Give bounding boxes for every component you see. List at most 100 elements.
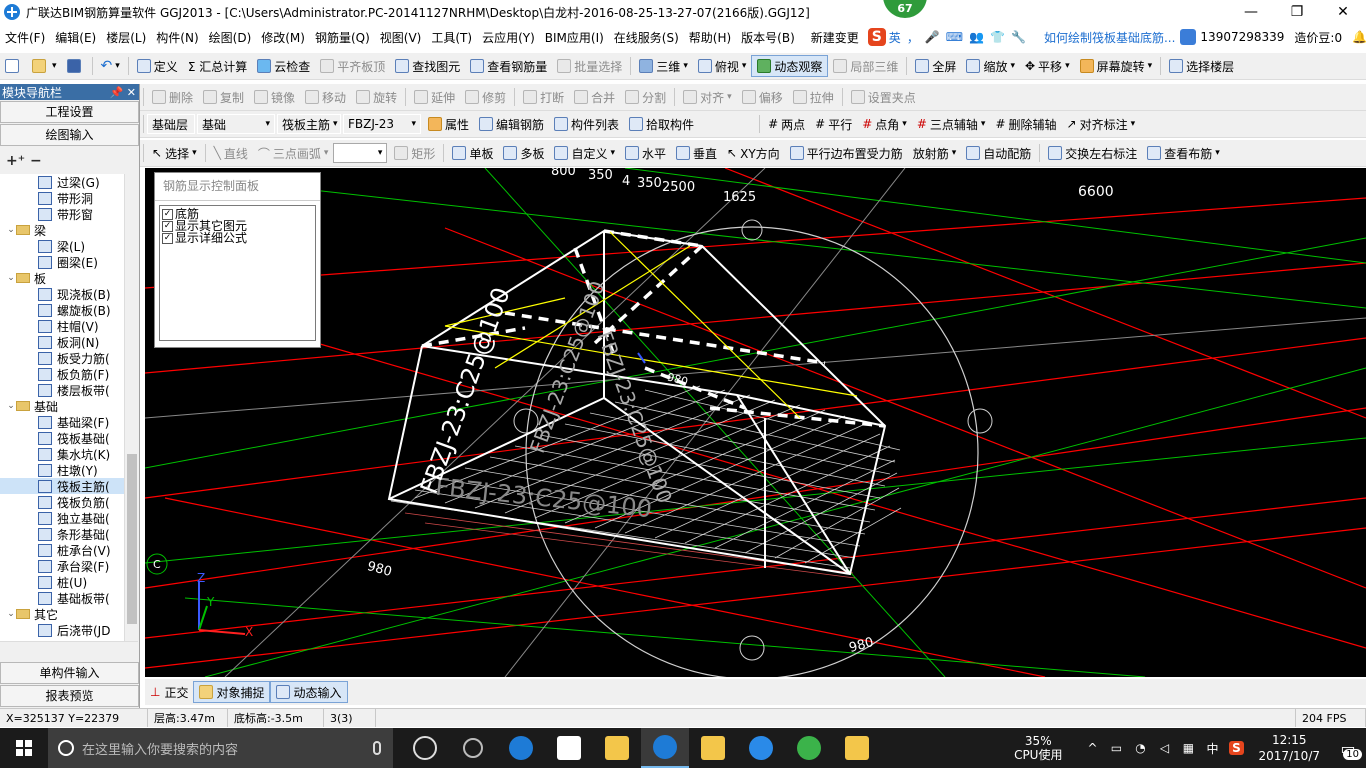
user-phone[interactable]: 13907298339 — [1200, 30, 1284, 44]
help-marquee-link[interactable]: 如何绘制筏板基础底筋... — [1039, 29, 1180, 46]
report-preview-button[interactable]: 报表预览 — [0, 685, 139, 707]
stretch-button[interactable]: 拉伸 — [788, 86, 839, 108]
ortho-toggle[interactable]: ⊥ 正交 — [145, 681, 193, 703]
dynamic-input-toggle[interactable]: 动态输入 — [270, 681, 348, 703]
menu-online[interactable]: 在线服务(S) — [609, 29, 684, 46]
tree-expand-collapse[interactable]: +⁺ − — [0, 147, 139, 175]
green-app-icon[interactable] — [785, 728, 833, 768]
offset-button[interactable]: 偏移 — [737, 86, 788, 108]
menu-floor[interactable]: 楼层(L) — [101, 29, 151, 46]
drawing-viewport[interactable]: 800 350 4 350 2500 1625 6600 980 980 980… — [145, 168, 1366, 677]
point-angle-axis-button[interactable]: # 点角 ▾ — [857, 113, 912, 135]
tree-group[interactable]: ⌄ 梁 — [0, 222, 124, 238]
undo-button[interactable]: ↶ ▾ — [96, 55, 125, 77]
glodon-ggj-taskbar-icon[interactable] — [641, 728, 689, 768]
extend-button[interactable]: 延伸 — [409, 86, 460, 108]
tray-expand-icon[interactable]: ^ — [1082, 728, 1102, 768]
tree-item[interactable]: 承台梁(F) — [0, 558, 124, 574]
sogou-ime-icon[interactable]: S — [867, 28, 886, 46]
tree-item[interactable]: 后浇带(JD — [0, 622, 124, 638]
tree-item[interactable]: 板受力筋( — [0, 350, 124, 366]
menu-rebar-quantity[interactable]: 钢筋量(Q) — [310, 29, 375, 46]
tree-item[interactable]: 筏板负筋( — [0, 494, 124, 510]
align-slab-top-button[interactable]: 平齐板顶 — [315, 55, 390, 77]
close-button[interactable]: ✕ — [1320, 0, 1366, 24]
define-button[interactable]: 定义 — [132, 55, 183, 77]
new-file-button[interactable] — [0, 55, 27, 77]
object-snap-toggle[interactable]: 对象捕捉 — [193, 681, 271, 703]
edit-rebar-button[interactable]: 编辑钢筋 — [474, 113, 549, 135]
ie-browser-icon[interactable] — [737, 728, 785, 768]
merge-button[interactable]: 合并 — [569, 86, 620, 108]
tree-item[interactable]: 板洞(N) — [0, 334, 124, 350]
taskbar-search[interactable]: 在这里输入你要搜索的内容 — [48, 728, 393, 768]
zoom-button[interactable]: 缩放 ▾ — [961, 55, 1020, 77]
edge-browser-icon[interactable] — [497, 728, 545, 768]
vertical-button[interactable]: 垂直 — [671, 142, 722, 164]
pick-component-button[interactable]: 拾取构件 — [624, 113, 699, 135]
ime-tools-icon[interactable]: 🔧 — [1011, 30, 1026, 44]
swap-labels-button[interactable]: 交换左右标注 — [1043, 142, 1142, 164]
tree-scrollbar[interactable] — [124, 174, 138, 641]
menu-component[interactable]: 构件(N) — [151, 29, 203, 46]
ime-keyboard-icon[interactable]: ⌨ — [946, 30, 963, 44]
ime-users-icon[interactable]: 👥 — [969, 30, 984, 44]
tree-item[interactable]: 螺旋板(B) — [0, 302, 124, 318]
option-show-detailed-formula[interactable]: ✓ 显示详细公式 — [162, 232, 313, 244]
checkbox[interactable]: ✓ — [162, 232, 173, 244]
maximize-button[interactable]: ❐ — [1274, 0, 1320, 24]
tree-item[interactable]: 桩(U) — [0, 574, 124, 590]
project-settings-button[interactable]: 工程设置 — [0, 101, 139, 123]
tree-item[interactable]: 柱墩(Y) — [0, 462, 124, 478]
menu-draw[interactable]: 绘图(D) — [204, 29, 257, 46]
cloud-check-button[interactable]: 云检查 — [252, 55, 315, 77]
horizontal-button[interactable]: 水平 — [620, 142, 671, 164]
three-point-arc-button[interactable]: ⌒ 三点画弧 ▾ — [253, 142, 334, 164]
menu-help[interactable]: 帮助(H) — [684, 29, 736, 46]
zaojia-balance[interactable]: 造价豆:0 — [1294, 29, 1342, 46]
tree-item[interactable]: 基础板带( — [0, 590, 124, 606]
checkbox[interactable]: ✓ — [162, 220, 173, 232]
tree-item[interactable]: 圈梁(E) — [0, 254, 124, 270]
parallel-edge-rebar-button[interactable]: 平行边布置受力筋 — [785, 142, 908, 164]
view-rebar-layout-button[interactable]: 查看布筋 ▾ — [1142, 142, 1225, 164]
ime-skin-icon[interactable]: 👕 — [990, 30, 1005, 44]
app-launcher-icon[interactable] — [449, 728, 497, 768]
expand-chevron-icon[interactable]: ⌄ — [6, 225, 16, 235]
two-point-axis-button[interactable]: # 两点 — [763, 113, 810, 135]
task-view-button[interactable] — [401, 728, 449, 768]
trim-button[interactable]: 修剪 — [460, 86, 511, 108]
bell-icon[interactable]: 🔔 — [1352, 30, 1366, 44]
minimize-button[interactable]: — — [1228, 0, 1274, 24]
parallel-axis-button[interactable]: # 平行 — [810, 113, 857, 135]
tree-item[interactable]: 独立基础( — [0, 510, 124, 526]
notes-app-icon[interactable] — [689, 728, 737, 768]
tree-item[interactable]: 柱帽(V) — [0, 318, 124, 334]
menu-tools[interactable]: 工具(T) — [426, 29, 477, 46]
file-explorer-icon[interactable] — [593, 728, 641, 768]
align-button[interactable]: 对齐 ▾ — [678, 86, 737, 108]
rotate-button[interactable]: 旋转 — [351, 86, 402, 108]
help-app-icon[interactable] — [833, 728, 881, 768]
summary-calc-button[interactable]: Σ 汇总计算 — [183, 55, 252, 77]
store-icon[interactable] — [545, 728, 593, 768]
tree-item[interactable]: 集水坑(K) — [0, 446, 124, 462]
member-select[interactable]: FBZJ-23 ▾ — [343, 114, 421, 134]
rectangle-tool-button[interactable]: 矩形 — [389, 142, 440, 164]
batch-select-button[interactable]: 批量选择 — [552, 55, 627, 77]
menu-edit[interactable]: 编辑(E) — [50, 29, 101, 46]
volume-icon[interactable]: ◁ — [1154, 728, 1174, 768]
tree-item[interactable]: 基础梁(F) — [0, 414, 124, 430]
save-button[interactable] — [62, 55, 89, 77]
tree-group[interactable]: ⌄ 板 — [0, 270, 124, 286]
set-grip-button[interactable]: 设置夹点 — [846, 86, 921, 108]
view-rebar-quantity-button[interactable]: 查看钢筋量 — [465, 55, 552, 77]
single-slab-button[interactable]: 单板 — [447, 142, 498, 164]
menu-version[interactable]: 版本号(B) — [736, 29, 800, 46]
keyboard-icon[interactable]: ▦ — [1178, 728, 1198, 768]
start-button[interactable] — [0, 728, 48, 768]
battery-icon[interactable]: ▭ — [1106, 728, 1126, 768]
auto-rebar-button[interactable]: 自动配筋 — [961, 142, 1036, 164]
custom-button[interactable]: 自定义 ▾ — [549, 142, 620, 164]
drawing-input-button[interactable]: 绘图输入 — [0, 124, 139, 146]
